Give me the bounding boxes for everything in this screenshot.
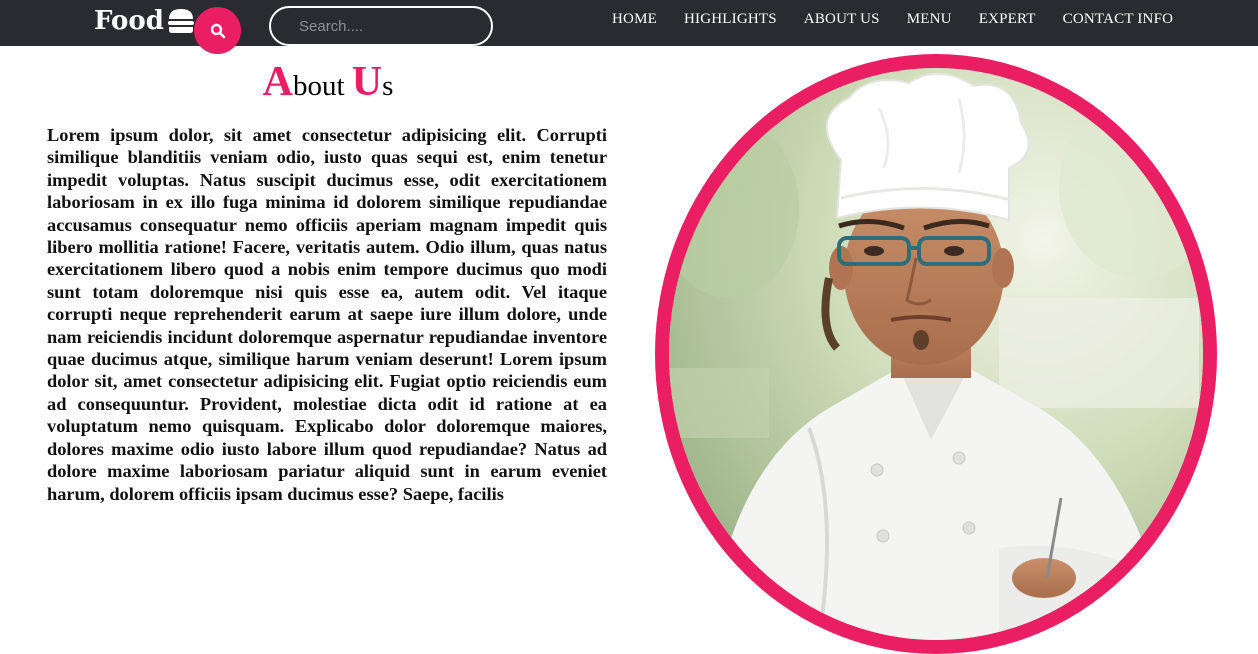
nav-link-highlights[interactable]: HIGHLIGHTS: [684, 11, 777, 28]
search-icon: [210, 23, 225, 38]
top-navbar: Food HOME HIGHLIGHTS ABOUT US MENU EXPER…: [0, 0, 1258, 54]
nav-link-menu[interactable]: MENU: [907, 11, 952, 28]
burger-icon: [167, 9, 194, 33]
main-nav: HOME HIGHLIGHTS ABOUT US MENU EXPERT CON…: [612, 11, 1173, 28]
chef-photo-frame: [655, 54, 1217, 654]
logo-text: Food: [94, 6, 164, 36]
search-button[interactable]: [194, 7, 241, 54]
about-us-heading: About Us: [262, 59, 394, 105]
about-paragraph: Lorem ipsum dolor, sit amet consectetur …: [47, 125, 607, 504]
nav-link-expert[interactable]: EXPERT: [979, 11, 1036, 28]
nav-link-about-us[interactable]: ABOUT US: [804, 11, 880, 28]
chef-photo: [669, 68, 1203, 640]
nav-link-home[interactable]: HOME: [612, 11, 657, 28]
site-logo[interactable]: Food: [94, 4, 196, 38]
nav-link-contact-info[interactable]: CONTACT INFO: [1063, 11, 1174, 28]
search-input[interactable]: [269, 6, 493, 46]
